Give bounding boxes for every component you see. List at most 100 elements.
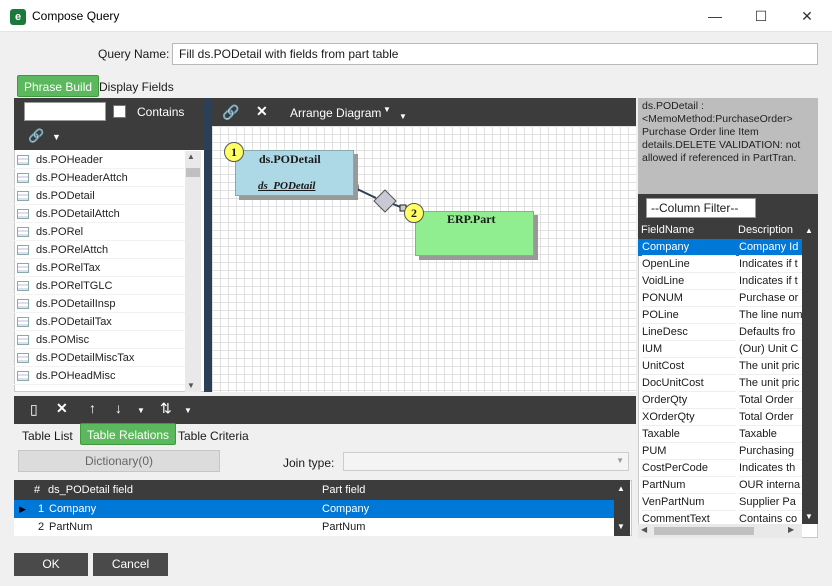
table-icon [17, 191, 29, 201]
list-item[interactable]: ds.PODetailInsp [14, 295, 185, 313]
list-item[interactable]: ds.PORelAttch [14, 241, 185, 259]
list-item-label: ds.PODetailInsp [36, 298, 116, 310]
field-name: Taxable [642, 426, 736, 443]
field-name: XOrderQty [642, 409, 736, 426]
list-item[interactable]: ds.PORelTax [14, 259, 185, 277]
list-item[interactable]: ds.PODetail [14, 187, 185, 205]
cancel-button[interactable]: Cancel [93, 553, 168, 576]
list-item-label: ds.POHeaderAttch [36, 172, 128, 184]
diagram-toolbar [212, 98, 636, 126]
table-icon [17, 353, 29, 363]
dictionary-button[interactable]: Dictionary(0) [18, 450, 220, 472]
list-item[interactable]: ds.PODetailTax [14, 313, 185, 331]
scroll-down-icon[interactable]: ▼ [187, 381, 195, 390]
field-row[interactable]: DocUnitCost The unit pric [638, 375, 802, 392]
maximize-button[interactable]: ☐ [738, 0, 784, 32]
table-list-scroll-thumb[interactable] [186, 168, 200, 177]
field-description: Total Order [739, 392, 802, 409]
field-row[interactable]: LineDesc Defaults fro [638, 324, 802, 341]
field-description: The unit pric [739, 375, 802, 392]
field-row[interactable]: Company Company Id [638, 239, 802, 256]
list-item[interactable]: ds.PODetailMiscTax [14, 349, 185, 367]
scroll-up-icon[interactable]: ▲ [805, 226, 813, 235]
list-item[interactable]: ds.PODetailAttch [14, 205, 185, 223]
field-row[interactable]: PUM Purchasing [638, 443, 802, 460]
field-row[interactable]: VoidLine Indicates if t [638, 273, 802, 290]
row-left-field[interactable]: PartNum [49, 518, 92, 536]
row-left-field[interactable]: Company [49, 500, 96, 518]
list-item-label: ds.PORelAttch [36, 244, 109, 256]
scroll-down-icon[interactable]: ▼ [617, 522, 625, 531]
field-row[interactable]: VenPartNum Supplier Pa [638, 494, 802, 511]
field-row[interactable]: Taxable Taxable [638, 426, 802, 443]
chevron-down-icon[interactable]: ▼ [184, 406, 192, 415]
tab-table-relations[interactable]: Table Relations [80, 423, 177, 445]
chevron-down-icon[interactable]: ▼ [399, 112, 407, 121]
field-name: Company [642, 239, 736, 256]
join-type-select[interactable]: ▼ [343, 452, 629, 471]
chevron-down-icon[interactable]: ▼ [137, 406, 145, 415]
column-filter-input[interactable]: --Column Filter-- [646, 198, 756, 218]
tab-table-criteria[interactable]: Table Criteria [172, 425, 255, 447]
close-button[interactable]: ✕ [784, 0, 830, 32]
field-name: VoidLine [642, 273, 736, 290]
field-list-hscrollbar[interactable]: ◀ ▶ [638, 524, 802, 538]
relations-toolbar [14, 396, 636, 424]
field-row[interactable]: OrderQty Total Order [638, 392, 802, 409]
chevron-down-icon[interactable]: ▼ [52, 132, 61, 142]
list-item[interactable]: ds.POMisc [14, 331, 185, 349]
table-icon [17, 155, 29, 165]
list-item[interactable]: ds.POHeaderAttch [14, 169, 185, 187]
move-up-icon[interactable]: ↑ [89, 400, 96, 416]
scroll-up-icon[interactable]: ▲ [187, 152, 195, 161]
new-icon[interactable]: ▯ [30, 401, 38, 418]
table-row[interactable]: 2 PartNum PartNum [14, 518, 614, 536]
row-right-field[interactable]: Company [322, 500, 369, 518]
field-row[interactable]: OpenLine Indicates if t [638, 256, 802, 273]
list-item[interactable]: ds.POHeader [14, 151, 185, 169]
link-icon[interactable]: 🔗 [28, 128, 44, 144]
field-row[interactable]: PONUM Purchase or [638, 290, 802, 307]
delete-icon[interactable]: ✕ [256, 103, 268, 120]
table-list-scrollbar[interactable] [185, 151, 201, 392]
list-item[interactable]: ds.POHeadMisc [14, 367, 185, 385]
field-row[interactable]: PartNum OUR interna [638, 477, 802, 494]
row-right-field[interactable]: PartNum [322, 518, 365, 536]
field-row[interactable]: IUM (Our) Unit C [638, 341, 802, 358]
delete-icon[interactable]: ✕ [56, 400, 68, 417]
scroll-right-icon[interactable]: ▶ [788, 525, 794, 534]
table-row[interactable]: ▶ 1 Company Company [14, 500, 614, 518]
column-header-num: # [34, 484, 41, 496]
minimize-button[interactable]: — [692, 0, 738, 32]
scroll-up-icon[interactable]: ▲ [617, 484, 625, 493]
query-name-label: Query Name: [98, 47, 170, 61]
tab-display-fields[interactable]: Display Fields [93, 76, 180, 98]
field-row[interactable]: UnitCost The unit pric [638, 358, 802, 375]
field-list-scrollbar[interactable]: ▲ ▼ [802, 222, 818, 524]
scroll-left-icon[interactable]: ◀ [641, 525, 647, 534]
arrange-dropdown-icon[interactable]: ▼ [383, 105, 391, 114]
field-row[interactable]: POLine The line num [638, 307, 802, 324]
column-header-fieldname[interactable]: FieldName [641, 222, 694, 239]
query-name-input[interactable]: Fill ds.PODetail with fields from part t… [172, 43, 818, 65]
field-row[interactable]: XOrderQty Total Order [638, 409, 802, 426]
tab-phrase-build[interactable]: Phrase Build [17, 75, 100, 97]
table-search-input[interactable] [24, 102, 106, 121]
field-name: CostPerCode [642, 460, 736, 477]
field-row[interactable]: CostPerCode Indicates th [638, 460, 802, 477]
column-header-description[interactable]: Description [738, 222, 793, 239]
list-item[interactable]: ds.PORel [14, 223, 185, 241]
list-item[interactable]: ds.PORelTGLC [14, 277, 185, 295]
sort-icon[interactable]: ⇅ [160, 400, 172, 417]
column-header-right-field[interactable]: Part field [322, 480, 365, 500]
hscroll-thumb[interactable] [654, 527, 754, 535]
link-icon[interactable]: 🔗 [222, 104, 239, 121]
move-down-icon[interactable]: ↓ [115, 400, 122, 416]
column-header-left-field[interactable]: ds_PODetail field [48, 480, 133, 500]
arrange-diagram-button[interactable]: Arrange Diagram [290, 106, 381, 120]
relations-grid-scrollbar[interactable]: ▲ ▼ [614, 480, 630, 536]
contains-checkbox[interactable] [113, 105, 126, 118]
tab-table-list[interactable]: Table List [16, 425, 79, 447]
scroll-down-icon[interactable]: ▼ [805, 512, 813, 521]
ok-button[interactable]: OK [14, 553, 88, 576]
